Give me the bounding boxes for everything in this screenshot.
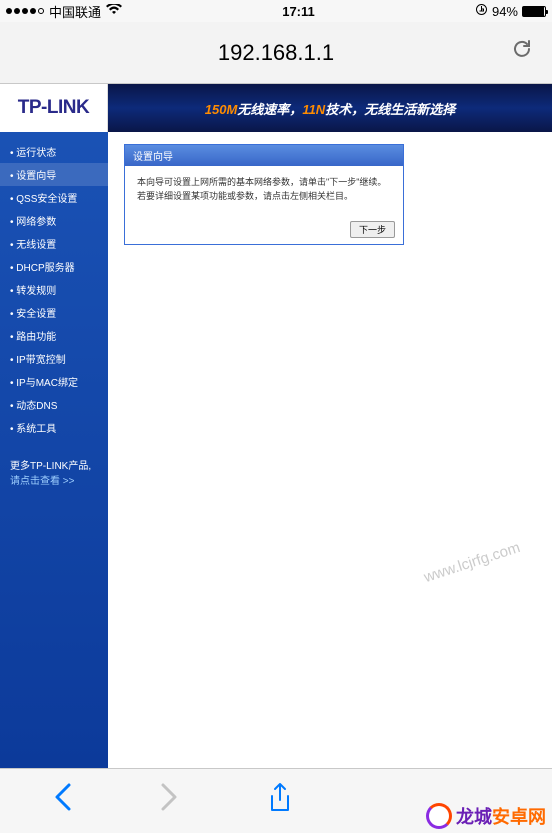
page-content: TP-LINK 150M无线速率，11N技术，无线生活新选择 运行状态 设置向导… — [0, 84, 552, 768]
share-button[interactable] — [267, 782, 293, 821]
panel-body-text: 本向导可设置上网所需的基本网络参数，请单击"下一步"继续。若要详细设置某项功能或… — [125, 166, 403, 216]
carrier-label: 中国联通 — [49, 2, 101, 21]
panel-title: 设置向导 — [125, 145, 403, 166]
header-banner: 150M无线速率，11N技术，无线生活新选择 — [108, 84, 552, 132]
url-text: 192.168.1.1 — [218, 40, 334, 66]
sidebar-item-qss[interactable]: QSS安全设置 — [0, 186, 108, 209]
sidebar-item-bandwidth[interactable]: IP带宽控制 — [0, 347, 108, 370]
browser-address-bar[interactable]: 192.168.1.1 — [0, 22, 552, 84]
sidebar-item-forward[interactable]: 转发规则 — [0, 278, 108, 301]
clock-time: 17:11 — [282, 4, 315, 19]
sidebar-item-system[interactable]: 系统工具 — [0, 416, 108, 439]
brand-logo-icon — [426, 803, 452, 829]
tp-link-logo: TP-LINK — [18, 97, 89, 119]
sidebar-item-dhcp[interactable]: DHCP服务器 — [0, 255, 108, 278]
forward-button[interactable] — [160, 782, 178, 820]
brand-watermark: 龙城安卓网 — [420, 799, 552, 833]
wifi-icon — [106, 4, 122, 19]
sidebar-nav: 运行状态 设置向导 QSS安全设置 网络参数 无线设置 DHCP服务器 转发规则… — [0, 132, 108, 768]
logo-area: TP-LINK — [0, 84, 108, 132]
main-content: 设置向导 本向导可设置上网所需的基本网络参数，请单击"下一步"继续。若要详细设置… — [108, 132, 552, 768]
sidebar-item-routing[interactable]: 路由功能 — [0, 324, 108, 347]
sidebar-item-network[interactable]: 网络参数 — [0, 209, 108, 232]
sidebar-item-ipmac[interactable]: IP与MAC绑定 — [0, 370, 108, 393]
sidebar-item-ddns[interactable]: 动态DNS — [0, 393, 108, 416]
rotation-lock-icon — [475, 3, 488, 19]
refresh-icon[interactable] — [510, 37, 534, 68]
status-left: 中国联通 — [6, 2, 122, 21]
brand-text: 龙城安卓网 — [456, 803, 546, 829]
signal-strength-icon — [6, 8, 44, 14]
wizard-panel: 设置向导 本向导可设置上网所需的基本网络参数，请单击"下一步"继续。若要详细设置… — [124, 144, 404, 245]
router-header: TP-LINK 150M无线速率，11N技术，无线生活新选择 — [0, 84, 552, 132]
sidebar-item-wizard[interactable]: 设置向导 — [0, 163, 108, 186]
sidebar-item-wireless[interactable]: 无线设置 — [0, 232, 108, 255]
battery-percentage: 94% — [492, 4, 518, 19]
ios-status-bar: 中国联通 17:11 94% — [0, 0, 552, 22]
status-right: 94% — [475, 3, 546, 19]
sidebar-more-products[interactable]: 更多TP-LINK产品, 请点击查看 >> — [0, 455, 108, 493]
battery-icon — [522, 6, 546, 17]
sidebar-item-security[interactable]: 安全设置 — [0, 301, 108, 324]
back-button[interactable] — [54, 782, 72, 820]
sidebar-item-status[interactable]: 运行状态 — [0, 140, 108, 163]
next-button[interactable]: 下一步 — [350, 221, 395, 238]
